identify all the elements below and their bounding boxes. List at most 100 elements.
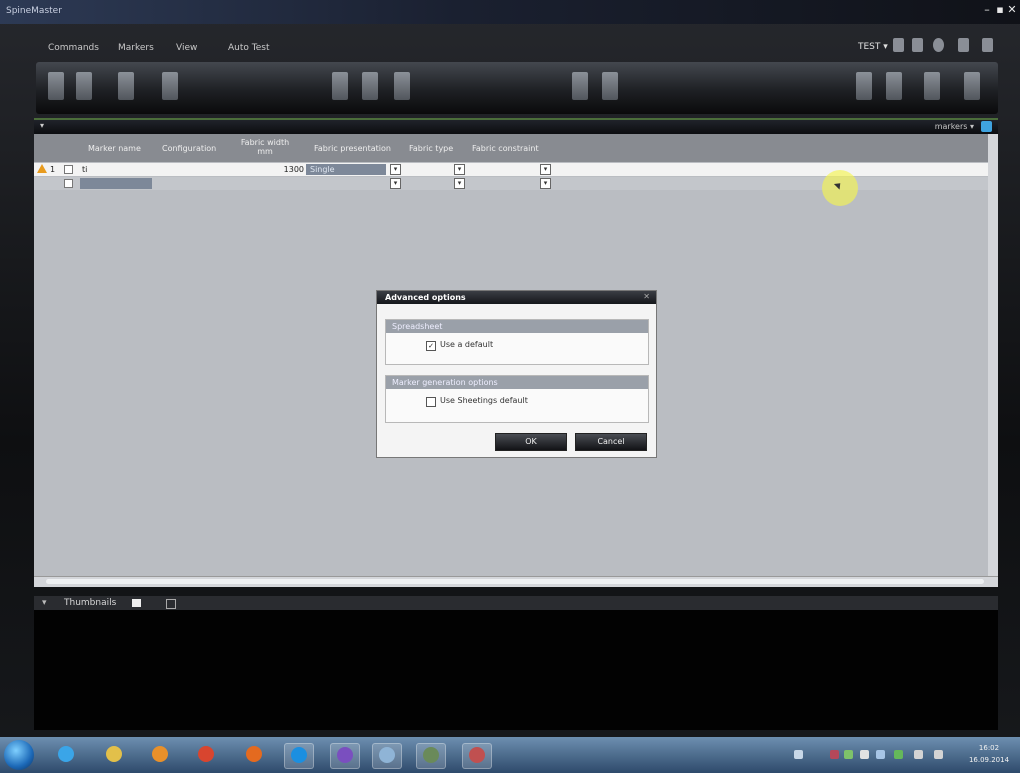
thumbnails-bar: ▾ Thumbnails (34, 596, 998, 610)
col-fabric-type[interactable]: Fabric type (409, 144, 453, 153)
fabric-constraint-dropdown[interactable]: ▾ (540, 164, 551, 175)
col-configuration[interactable]: Configuration (162, 144, 216, 153)
dialog-title: Advanced options (385, 293, 466, 302)
taskbar-skype-button[interactable] (284, 743, 314, 769)
export-icon[interactable] (886, 72, 902, 100)
chrome-icon (198, 746, 214, 762)
presentation-dropdown[interactable]: ▾ (390, 178, 401, 189)
start-button[interactable] (4, 740, 34, 770)
minimize-button[interactable]: – (981, 4, 993, 16)
help-icon[interactable] (982, 38, 993, 52)
app-title: SpineMaster (6, 6, 62, 16)
collapse-arrow-icon[interactable]: ▾ (42, 598, 47, 608)
thumbnails-panel (34, 610, 998, 730)
advanced-options-dialog: Advanced options ✕ Spreadsheet ✓ Use a d… (376, 290, 657, 458)
thumbnail-view-icon[interactable] (132, 599, 141, 607)
cut-icon[interactable] (332, 72, 348, 100)
row-index: 1 (50, 165, 56, 174)
clock[interactable]: 16:02 16.09.2014 (962, 742, 1016, 766)
horizontal-scrollbar[interactable] (34, 576, 998, 587)
fabric-type-dropdown[interactable]: ▾ (454, 164, 465, 175)
table-header: Marker name Configuration Fabric width m… (34, 134, 988, 162)
marker-name-cell[interactable] (80, 178, 152, 189)
maximize-button[interactable]: ▪ (994, 4, 1006, 16)
fabric-presentation-cell[interactable]: Single (306, 164, 386, 175)
col-fabric-constraint[interactable]: Fabric constraint (472, 144, 539, 153)
import-icon[interactable] (924, 72, 940, 100)
marker-name-cell[interactable]: ti (82, 164, 87, 175)
collapse-arrow-icon[interactable]: ▾ (40, 121, 44, 130)
thumbnails-label: Thumbnails (64, 598, 117, 608)
open-icon[interactable] (76, 72, 92, 100)
use-default-checkbox[interactable]: ✓ (426, 341, 436, 351)
save-icon[interactable] (118, 72, 134, 100)
menu-view[interactable]: View (176, 43, 197, 53)
explorer-icon (106, 746, 122, 762)
taskbar-firefox-button[interactable] (240, 743, 268, 767)
monitor-icon (379, 747, 395, 763)
app-tray-icon[interactable] (844, 750, 853, 759)
col-fabric-width[interactable]: Fabric width mm (240, 138, 290, 156)
use-sheetings-default-checkbox[interactable] (426, 397, 436, 407)
battery-icon[interactable] (894, 750, 903, 759)
taskbar-viber-button[interactable] (330, 743, 360, 769)
print-icon[interactable] (162, 72, 178, 100)
col-fabric-presentation[interactable]: Fabric presentation (314, 144, 391, 153)
panel-strip: ▾ markers ▾ (34, 118, 998, 134)
copy-icon[interactable] (362, 72, 378, 100)
user-menu[interactable]: TEST ▾ (858, 42, 888, 52)
cancel-button[interactable]: Cancel (575, 433, 647, 451)
shield-icon[interactable] (830, 750, 839, 759)
settings-icon[interactable] (933, 38, 944, 52)
grid-view-icon[interactable] (166, 599, 176, 609)
taskbar: 16:02 16.09.2014 (0, 737, 1020, 773)
taskbar-monitor-button[interactable] (372, 743, 402, 769)
report-icon[interactable] (856, 72, 872, 100)
col-marker-name[interactable]: Marker name (88, 144, 141, 153)
clock-date: 16.09.2014 (968, 756, 1010, 764)
row-checkbox[interactable] (64, 179, 73, 188)
language-icon[interactable] (934, 750, 943, 759)
paste-icon[interactable] (394, 72, 410, 100)
title-bar: SpineMaster – ▪ ✕ (0, 0, 1020, 24)
group-header: Marker generation options (386, 376, 648, 389)
warning-icon (37, 164, 47, 173)
menu-commands[interactable]: Commands (48, 43, 99, 53)
row-checkbox[interactable] (64, 165, 73, 174)
group-header: Spreadsheet (386, 320, 648, 333)
use-default-label: Use a default (440, 340, 494, 349)
zoom-icon[interactable] (572, 72, 588, 100)
flag-icon[interactable] (860, 750, 869, 759)
taskbar-chrome-button[interactable] (192, 743, 220, 767)
taskbar-paint-button[interactable] (462, 743, 492, 769)
ribbon-toolbar (36, 62, 998, 114)
presentation-dropdown[interactable]: ▾ (390, 164, 401, 175)
taskbar-explorer-button[interactable] (100, 743, 128, 767)
new-icon[interactable] (48, 72, 64, 100)
taskbar-media-button[interactable] (146, 743, 174, 767)
info-icon[interactable] (958, 38, 969, 52)
taskbar-spreadsheet-button[interactable] (416, 743, 446, 769)
scroll-thumb[interactable] (46, 579, 984, 584)
fabric-width-cell[interactable]: 1300 (270, 164, 304, 175)
media-icon (152, 746, 168, 762)
fabric-constraint-dropdown[interactable]: ▾ (540, 178, 551, 189)
taskbar-ie-button[interactable] (52, 743, 80, 767)
lock-icon[interactable] (912, 38, 923, 52)
menu-markers[interactable]: Markers (118, 43, 154, 53)
arrow-icon[interactable] (794, 750, 803, 759)
options-icon[interactable] (964, 72, 980, 100)
fabric-type-dropdown[interactable]: ▾ (454, 178, 465, 189)
marker-icon[interactable] (602, 72, 618, 100)
close-button[interactable]: ✕ (1006, 4, 1018, 16)
network-icon[interactable] (876, 750, 885, 759)
menu-auto-test[interactable]: Auto Test (228, 43, 269, 53)
layout-icon[interactable] (893, 38, 904, 52)
vertical-scrollbar[interactable] (988, 134, 998, 578)
skype-icon (291, 747, 307, 763)
ok-button[interactable]: OK (495, 433, 567, 451)
close-icon[interactable]: ✕ (643, 292, 650, 301)
markers-dropdown[interactable]: markers ▾ (935, 122, 974, 131)
panel-icon[interactable] (981, 121, 992, 132)
volume-icon[interactable] (914, 750, 923, 759)
